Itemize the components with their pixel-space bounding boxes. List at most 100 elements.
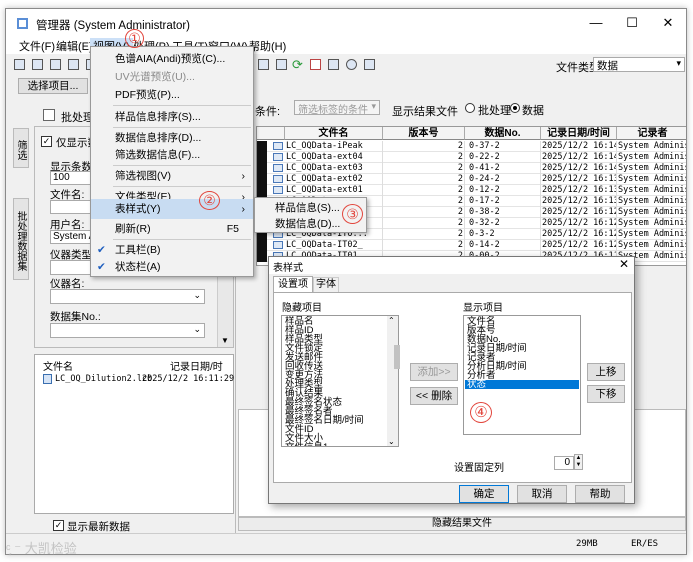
show-data-only-checkbox[interactable]: ✓ <box>41 136 52 147</box>
add-button[interactable]: 添加>> <box>410 363 458 381</box>
grid-cell[interactable]: 2 <box>383 152 465 163</box>
scroll-down-icon[interactable]: ⌄ <box>388 437 395 446</box>
menu-item-statusbar[interactable]: ✔ 状态栏(A) <box>91 258 253 276</box>
grid-cell[interactable]: 0-12-2 <box>465 185 541 196</box>
grid-cell[interactable]: System Administ <box>617 207 686 218</box>
list-item-filename[interactable]: LC_OQ_Dilution2.lcb <box>55 374 152 384</box>
grid-cell[interactable]: 2 <box>383 229 465 240</box>
maximize-button[interactable]: ☐ <box>614 9 650 37</box>
grid-header-3[interactable]: 记录日期/时间 <box>541 127 617 140</box>
toolbar-report-icon[interactable] <box>258 59 269 70</box>
grid-cell[interactable]: 0-38-2 <box>465 207 541 218</box>
toolbar-mail-icon[interactable] <box>328 59 339 70</box>
menu-item-sample-sort[interactable]: 样品信息排序(S)... <box>91 108 253 126</box>
grid-cell[interactable]: 2025/12/2 16:14 <box>541 141 617 152</box>
tab-batch-dataset[interactable]: 批处理数据集 <box>13 198 29 280</box>
grid-cell[interactable]: System Administ <box>617 174 686 185</box>
grid-cell[interactable]: 2 <box>383 218 465 229</box>
grid-header-4[interactable]: 记录者 <box>617 127 686 140</box>
dialog-close-icon[interactable]: ✕ <box>619 257 629 271</box>
table-row[interactable]: LC_OQData-ext04 2 0-22-2 2025/12/2 16:14 Sys… <box>257 152 686 163</box>
instrument-type-select[interactable] <box>50 260 95 275</box>
grid-cell[interactable]: System Administ <box>617 218 686 229</box>
grid-cell[interactable]: 2025/12/2 16:12 <box>541 207 617 218</box>
instrument-name-select[interactable]: ⌄ <box>50 289 205 304</box>
ok-button[interactable]: 确定 <box>459 485 509 503</box>
grid-cell[interactable]: 0-37-2 <box>465 141 541 152</box>
grid-cell[interactable]: 2025/12/2 16:13 <box>541 174 617 185</box>
grid-cell[interactable]: 2 <box>383 185 465 196</box>
grid-cell[interactable]: 2 <box>383 141 465 152</box>
radio-batch[interactable] <box>465 103 475 113</box>
grid-cell[interactable]: 2 <box>383 240 465 251</box>
table-row[interactable]: LC_OQData-ext02 2 0-24-2 2025/12/2 16:13 Sys… <box>257 174 686 185</box>
cancel-button[interactable]: 取消 <box>517 485 567 503</box>
table-row[interactable]: LC_OQData-IT02_ 2 0-14-2 2025/12/2 16:12 Sys… <box>257 240 686 251</box>
refresh-icon[interactable]: ⟳ <box>292 57 303 73</box>
grid-cell[interactable]: 0-32-2 <box>465 218 541 229</box>
menu-item-toolbar[interactable]: ✔ 工具栏(B) <box>91 241 253 259</box>
fixed-column-input[interactable]: 0 <box>554 456 574 470</box>
dataset-select[interactable]: ⌄ <box>50 323 205 338</box>
grid-cell[interactable]: 0-14-2 <box>465 240 541 251</box>
table-row[interactable]: LC_OQData-ext03 2 0-41-2 2025/12/2 16:14 Sys… <box>257 163 686 174</box>
move-down-button[interactable]: 下移 <box>587 385 625 403</box>
grid-cell[interactable]: LC_OQData-ext04 <box>285 152 383 163</box>
toolbar-doc-icon[interactable] <box>14 59 25 70</box>
menu-item-pdf-preview[interactable]: PDF预览(P)... <box>91 86 253 104</box>
toolbar-doc-icon[interactable] <box>50 59 61 70</box>
grid-cell[interactable]: 2025/12/2 16:13 <box>541 196 617 207</box>
menu-item-data-sort[interactable]: 数据信息排序(D)... <box>91 129 253 147</box>
grid-cell[interactable]: 2025/12/2 16:12 <box>541 240 617 251</box>
close-button[interactable]: ✕ <box>650 9 686 37</box>
select-item-button[interactable]: 选择项目... <box>18 78 88 94</box>
grid-cell[interactable]: 0-24-2 <box>465 174 541 185</box>
grid-cell[interactable]: 0-3-2 <box>465 229 541 240</box>
menu-file[interactable]: 文件(F) <box>16 38 58 54</box>
scroll-up-icon[interactable]: ⌃ <box>388 316 395 325</box>
minimize-button[interactable]: — <box>578 9 614 37</box>
show-count-input[interactable]: 100 <box>50 171 95 185</box>
grid-cell[interactable]: 2 <box>383 207 465 218</box>
grid-cell[interactable]: System Administ <box>617 229 686 240</box>
hidden-list-scroll-thumb[interactable] <box>394 345 400 369</box>
username-input[interactable]: System Adm <box>50 230 95 244</box>
grid-cell[interactable]: System Administ <box>617 196 686 207</box>
menu-item-refresh[interactable]: 刷新(R) F5 <box>91 220 253 238</box>
toolbar-search-icon[interactable] <box>276 59 287 70</box>
grid-cell[interactable]: System Administ <box>617 240 686 251</box>
grid-header-0[interactable]: 文件名 <box>285 127 383 140</box>
remove-button[interactable]: << 删除 <box>410 387 458 405</box>
grid-cell[interactable]: 0-22-2 <box>465 152 541 163</box>
filename-input[interactable] <box>50 200 95 214</box>
tab-filter[interactable]: 筛选 <box>13 128 29 168</box>
grid-cell[interactable]: 0-17-2 <box>465 196 541 207</box>
help-button[interactable]: 帮助 <box>575 485 625 503</box>
toolbar-clock-icon[interactable] <box>346 59 357 70</box>
grid-cell[interactable]: System Administ <box>617 152 686 163</box>
list-item-date[interactable]: 2025/12/2 16:11:29 <box>142 374 234 384</box>
show-latest-checkbox[interactable]: ✓ <box>53 520 64 531</box>
hidden-list-scrollbar[interactable]: ⌃ ⌄ <box>387 316 398 446</box>
toolbar-doc-icon[interactable] <box>32 59 43 70</box>
toolbar-doc-icon[interactable] <box>68 59 79 70</box>
grid-cell[interactable]: 2025/12/2 16:14 <box>541 163 617 174</box>
tab-font[interactable]: 字体 <box>313 277 339 292</box>
grid-cell[interactable]: System Administ <box>617 141 686 152</box>
file-type-select[interactable]: 数据 ▾ <box>593 57 685 72</box>
grid-cell[interactable]: 2 <box>383 163 465 174</box>
hidden-items-list[interactable]: 样品名 样品ID 样品类型 文件锁定 发送邮件 回收传送 变更方法 处理类型 确认结果 最终签名状… <box>281 315 399 447</box>
table-row[interactable]: LC_OQData-iPeak 2 0-37-2 2025/12/2 16:14 Sys… <box>257 141 686 152</box>
menu-item-filter-data[interactable]: 筛选数据信息(F)... <box>91 146 253 164</box>
grid-cell[interactable]: System Administ <box>617 163 686 174</box>
scroll-down-icon[interactable]: ▼ <box>221 336 229 345</box>
grid-cell[interactable]: 2025/12/2 16:13 <box>541 185 617 196</box>
grid-cell[interactable]: LC_OQData-ext01 <box>285 185 383 196</box>
grid-cell[interactable]: 0-41-2 <box>465 163 541 174</box>
fixed-column-spinner[interactable]: ▲ ▼ <box>574 454 583 470</box>
list-item[interactable]: 文件信息1 <box>283 443 387 446</box>
hidden-results-bar[interactable]: 隐藏结果文件 <box>238 517 686 531</box>
list-col-filename[interactable]: 文件名 <box>43 358 73 373</box>
grid-cell[interactable]: LC_OQData-iPeak <box>285 141 383 152</box>
radio-data[interactable] <box>510 103 520 113</box>
